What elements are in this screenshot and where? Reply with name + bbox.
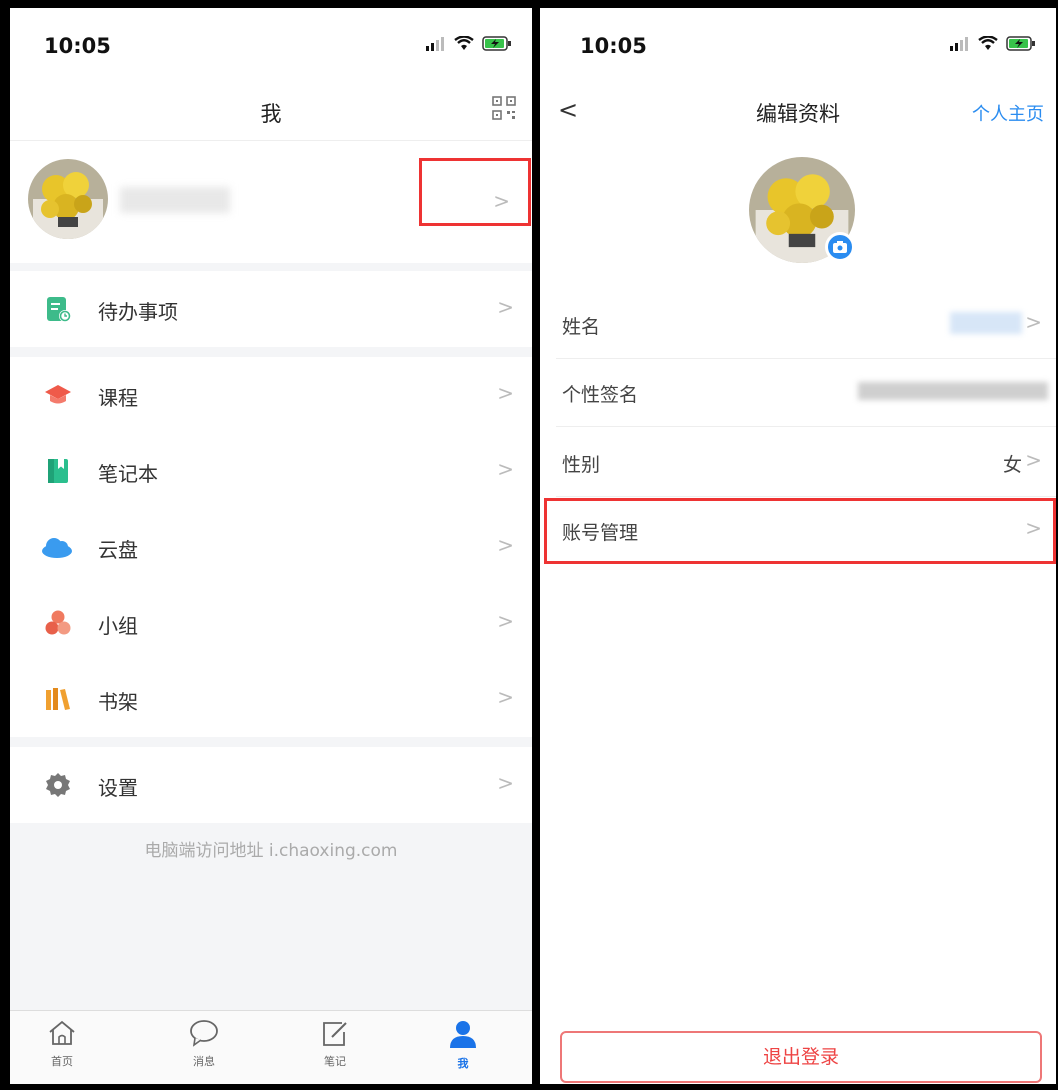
status-time: 10:05 xyxy=(580,34,647,58)
tab-me[interactable]: 我 xyxy=(433,1019,493,1071)
logout-button[interactable]: 退出登录 xyxy=(560,1031,1042,1083)
menu-label: 设置 xyxy=(98,776,138,800)
field-signature[interactable]: 个性签名 xyxy=(556,358,1056,427)
status-icons xyxy=(950,36,1036,51)
chevron-right-icon: > xyxy=(497,771,514,795)
footer-note: 电脑端访问地址 i.chaoxing.com xyxy=(144,841,398,861)
menu-item-settings[interactable]: 设置 > xyxy=(10,747,532,823)
tab-bar: 首页 消息 笔记 我 xyxy=(10,1010,532,1084)
blurred-name-value xyxy=(950,312,1022,334)
wifi-icon xyxy=(454,36,474,50)
menu-label: 云盘 xyxy=(98,538,138,562)
bookshelf-icon xyxy=(46,688,70,710)
status-time: 10:05 xyxy=(44,34,111,58)
tab-notes[interactable]: 笔记 xyxy=(305,1019,365,1069)
highlight-box xyxy=(544,498,1056,564)
qr-code-icon[interactable] xyxy=(492,96,516,120)
me-screen: 10:05 我 > 待办事项 > 课程 > 笔记本 > 云盘 > 小组 > 书架… xyxy=(10,8,532,1084)
chevron-right-icon: > xyxy=(497,609,514,633)
field-name[interactable]: 姓名 > xyxy=(556,290,1056,359)
user-icon xyxy=(450,1021,476,1048)
section-divider xyxy=(10,347,532,357)
section-divider xyxy=(10,263,532,271)
menu-item-courses[interactable]: 课程 > xyxy=(10,357,532,433)
tab-messages[interactable]: 消息 xyxy=(174,1019,234,1069)
status-bar: 10:05 xyxy=(10,8,532,86)
tab-label: 笔记 xyxy=(324,1055,346,1068)
tab-label: 我 xyxy=(457,1057,469,1070)
camera-icon[interactable] xyxy=(825,232,855,262)
menu-item-todo[interactable]: 待办事项 > xyxy=(10,271,532,347)
blurred-signature-value xyxy=(858,382,1048,400)
chevron-right-icon: > xyxy=(497,685,514,709)
group-icon xyxy=(45,610,71,635)
chevron-right-icon: > xyxy=(497,457,514,481)
graduation-cap-icon xyxy=(45,385,71,404)
menu-item-cloud[interactable]: 云盘 > xyxy=(10,509,532,585)
avatar[interactable] xyxy=(28,159,108,239)
tab-label: 首页 xyxy=(51,1055,73,1068)
note-edit-icon xyxy=(323,1022,347,1046)
nav-bar: < 编辑资料 个人主页 xyxy=(540,86,1056,140)
chevron-right-icon: > xyxy=(497,295,514,319)
notebook-icon xyxy=(48,459,68,483)
menu-item-group[interactable]: 小组 > xyxy=(10,585,532,661)
field-label: 性别 xyxy=(562,454,601,476)
chevron-right-icon: > xyxy=(1025,448,1042,472)
menu-label: 待办事项 xyxy=(98,300,178,324)
status-icons xyxy=(426,36,512,51)
home-icon xyxy=(49,1020,75,1045)
menu-label: 小组 xyxy=(98,614,138,638)
chevron-right-icon: > xyxy=(1025,310,1042,334)
chevron-right-icon: > xyxy=(497,381,514,405)
battery-icon xyxy=(1006,36,1035,51)
wifi-icon xyxy=(978,36,998,50)
menu-label: 笔记本 xyxy=(98,462,158,486)
highlight-box xyxy=(419,158,531,226)
gear-icon xyxy=(46,773,70,797)
field-value: 女 xyxy=(1002,454,1022,476)
blurred-username xyxy=(120,187,230,213)
tab-home[interactable]: 首页 xyxy=(32,1019,92,1069)
nav-bar: 我 xyxy=(10,86,532,141)
tab-label: 消息 xyxy=(193,1055,215,1068)
menu-item-bookshelf[interactable]: 书架 > xyxy=(10,661,532,737)
menu-label: 书架 xyxy=(98,690,138,714)
field-gender[interactable]: 性别 女 > xyxy=(556,428,1056,497)
signal-icon xyxy=(950,36,968,51)
status-bar: 10:05 xyxy=(540,8,1056,86)
menu-item-notebook[interactable]: 笔记本 > xyxy=(10,433,532,509)
menu-label: 课程 xyxy=(98,386,138,410)
section-divider xyxy=(10,737,532,747)
screenshot-frame: 10:05 我 > 待办事项 > 课程 > 笔记本 > 云盘 > 小组 > 书架… xyxy=(0,0,1058,1090)
personal-homepage-link[interactable]: 个人主页 xyxy=(972,100,1044,126)
page-title: 我 xyxy=(260,102,282,126)
edit-profile-screen: 10:05 < 编辑资料 个人主页 姓名 > 个性签名 性别 女 > 账号管理 … xyxy=(540,8,1056,1084)
todo-icon xyxy=(47,297,71,322)
chevron-right-icon: > xyxy=(497,533,514,557)
cloud-icon xyxy=(42,538,72,558)
field-label: 姓名 xyxy=(562,316,601,338)
field-label: 个性签名 xyxy=(562,384,639,406)
message-icon xyxy=(190,1020,218,1047)
signal-icon xyxy=(426,36,444,51)
battery-icon xyxy=(482,36,511,51)
